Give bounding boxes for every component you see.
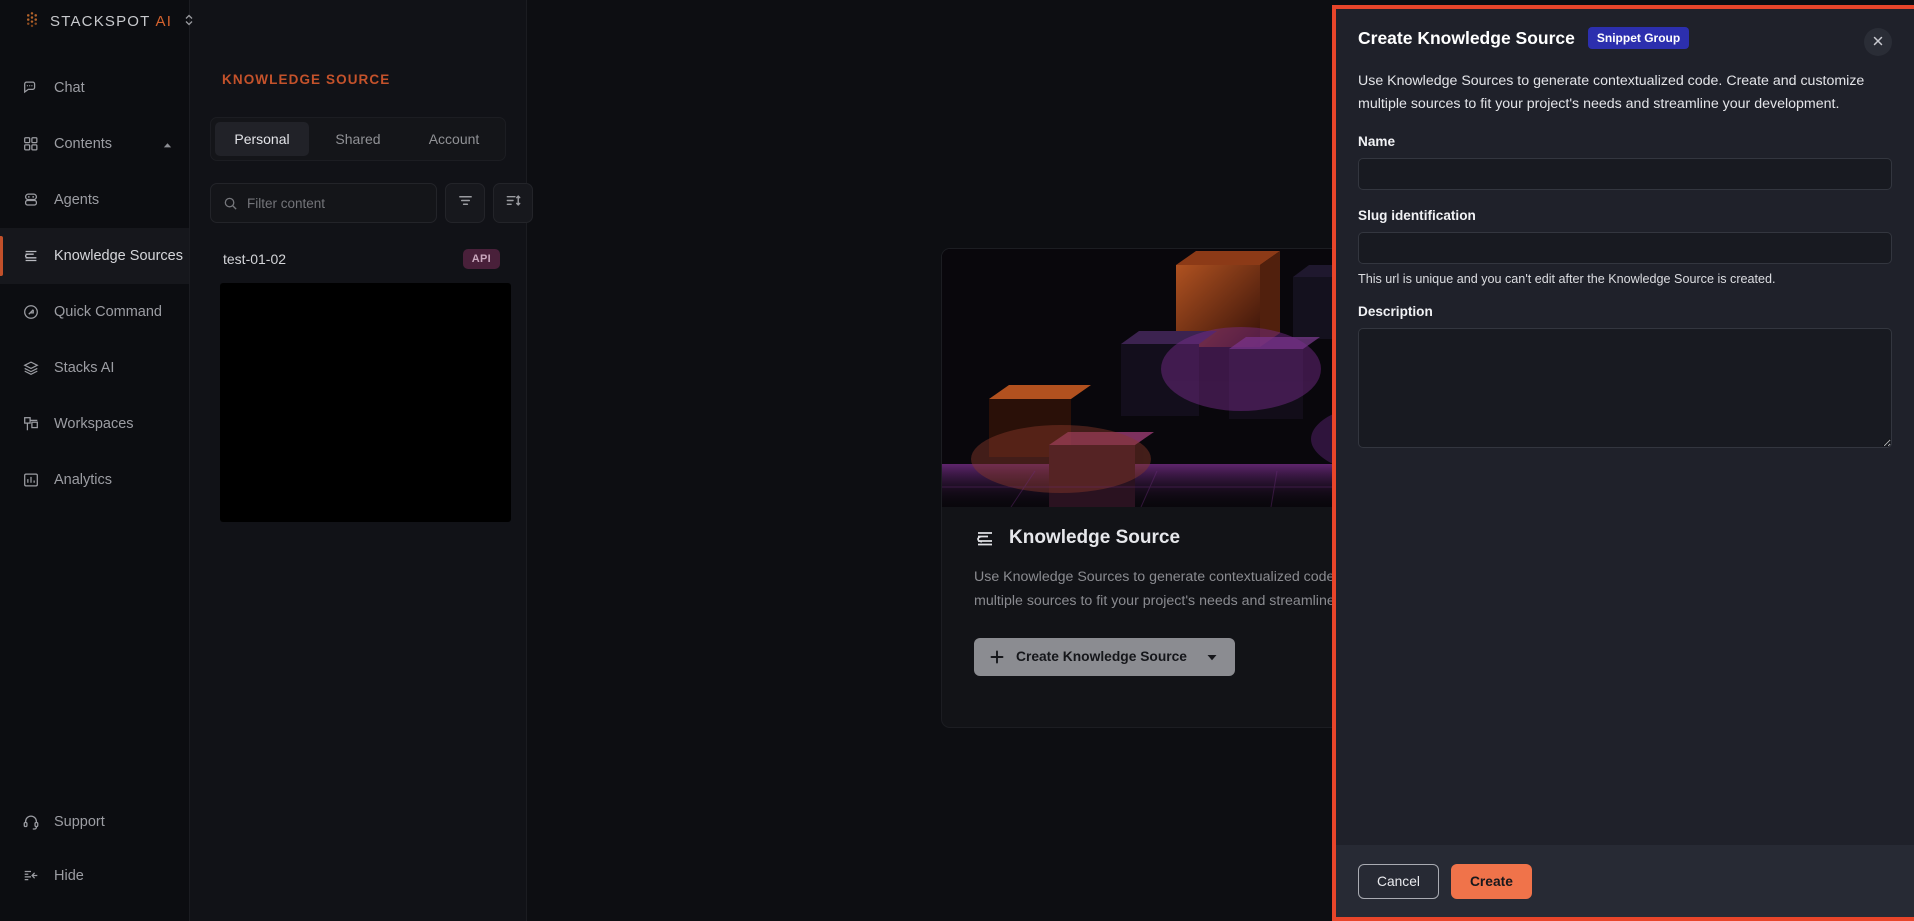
sidebar-item-label: Hide: [54, 868, 84, 884]
sidebar-item-knowledge-sources[interactable]: Knowledge Sources: [0, 228, 189, 284]
search-icon: [223, 196, 238, 211]
slug-input[interactable]: [1358, 232, 1892, 264]
status-badge: API: [463, 249, 500, 269]
sort-icon: [505, 192, 522, 214]
sidebar-item-label: Contents: [54, 136, 112, 152]
brand-suffix: AI: [156, 13, 173, 30]
name-field-group: Name: [1358, 134, 1892, 190]
chevron-up-down-icon[interactable]: [184, 13, 194, 30]
sidebar-item-label: Workspaces: [54, 416, 134, 432]
create-knowledge-source-button[interactable]: Create Knowledge Source: [974, 638, 1235, 676]
list-tabs: Personal Shared Account: [210, 117, 506, 161]
robot-icon: [22, 191, 40, 209]
sort-button[interactable]: [493, 183, 533, 223]
stacked-lines-icon: [22, 247, 40, 265]
slug-field-hint: This url is unique and you can't edit af…: [1358, 272, 1892, 286]
sidebar-item-label: Quick Command: [54, 304, 162, 320]
filter-row: [210, 183, 506, 223]
headset-icon: [22, 813, 40, 831]
sidebar-item-analytics[interactable]: Analytics: [0, 452, 189, 508]
modal-title: Create Knowledge Source: [1358, 28, 1575, 49]
stacked-lines-icon: [974, 527, 996, 549]
sidebar-nav: Chat Contents: [0, 60, 189, 795]
sidebar-item-label: Agents: [54, 192, 99, 208]
sidebar-item-contents[interactable]: Contents: [0, 116, 189, 172]
tab-account[interactable]: Account: [407, 122, 501, 156]
close-button[interactable]: [1864, 28, 1892, 56]
sidebar-item-label: Stacks AI: [54, 360, 114, 376]
chevron-up-icon[interactable]: [162, 139, 173, 150]
list-item-preview: [220, 283, 511, 522]
sidebar-item-workspaces[interactable]: Workspaces: [0, 396, 189, 452]
modal-title-wrap: Create Knowledge Source Snippet Group: [1358, 27, 1864, 49]
sidebar-item-stacks-ai[interactable]: Stacks AI: [0, 340, 189, 396]
description-textarea[interactable]: [1358, 328, 1892, 448]
grid-squares-icon: [22, 135, 40, 153]
sidebar-item-quick-command[interactable]: Quick Command: [0, 284, 189, 340]
sidebar-item-agents[interactable]: Agents: [0, 172, 189, 228]
modal-body: Use Knowledge Sources to generate contex…: [1336, 56, 1914, 845]
sidebar-item-support[interactable]: Support: [0, 795, 189, 849]
sidebar-item-hide[interactable]: Hide: [0, 849, 189, 903]
slug-field-label: Slug identification: [1358, 208, 1892, 223]
plus-icon: [989, 649, 1005, 665]
knowledge-source-list-panel: KNOWLEDGE SOURCE Personal Shared Account: [190, 0, 527, 921]
brand-name: STACKSPOT: [50, 13, 151, 30]
search-input[interactable]: [247, 196, 424, 211]
chevron-down-icon[interactable]: [1206, 651, 1218, 663]
tab-shared[interactable]: Shared: [311, 122, 405, 156]
sidebar-item-label: Support: [54, 814, 105, 830]
name-field-label: Name: [1358, 134, 1892, 149]
brand-header[interactable]: STACKSPOT AI: [0, 0, 189, 42]
modal-footer: Cancel Create: [1336, 845, 1914, 917]
empty-card-title: Knowledge Source: [1009, 527, 1180, 549]
snippet-group-badge: Snippet Group: [1588, 27, 1689, 49]
collapse-sidebar-icon: [22, 867, 40, 885]
sidebar: STACKSPOT AI Chat: [0, 0, 190, 921]
create-button[interactable]: Create: [1451, 864, 1532, 899]
chat-bubble-icon: [22, 79, 40, 97]
command-circle-icon: [22, 303, 40, 321]
create-button-label: Create Knowledge Source: [1016, 649, 1187, 664]
sidebar-item-label: Knowledge Sources: [54, 248, 183, 264]
filter-button[interactable]: [445, 183, 485, 223]
search-box[interactable]: [210, 183, 437, 223]
sidebar-item-label: Chat: [54, 80, 85, 96]
sidebar-bottom-nav: Support Hide: [0, 795, 189, 921]
tab-personal[interactable]: Personal: [215, 122, 309, 156]
description-field-group: Description: [1358, 304, 1892, 448]
app-root: STACKSPOT AI Chat: [0, 0, 1914, 921]
name-input[interactable]: [1358, 158, 1892, 190]
list-item-header: test-01-02 API: [210, 249, 506, 269]
list-item-name: test-01-02: [223, 251, 286, 267]
close-icon: [1872, 35, 1884, 50]
layers-icon: [22, 359, 40, 377]
workspaces-icon: [22, 415, 40, 433]
bar-chart-icon: [22, 471, 40, 489]
brand-text: STACKSPOT AI: [50, 13, 172, 30]
list-item[interactable]: test-01-02 API: [210, 249, 506, 522]
modal-intro-text: Use Knowledge Sources to generate contex…: [1358, 70, 1892, 116]
sidebar-item-chat[interactable]: Chat: [0, 60, 189, 116]
page-title: KNOWLEDGE SOURCE: [210, 0, 506, 87]
slug-field-group: Slug identification This url is unique a…: [1358, 208, 1892, 286]
create-knowledge-source-modal: Create Knowledge Source Snippet Group Us…: [1332, 5, 1914, 921]
filter-icon: [457, 192, 474, 214]
description-field-label: Description: [1358, 304, 1892, 319]
modal-header: Create Knowledge Source Snippet Group: [1336, 9, 1914, 56]
sidebar-item-label: Analytics: [54, 472, 112, 488]
cancel-button[interactable]: Cancel: [1358, 864, 1439, 899]
stackspot-hex-logo-icon: [22, 10, 42, 32]
